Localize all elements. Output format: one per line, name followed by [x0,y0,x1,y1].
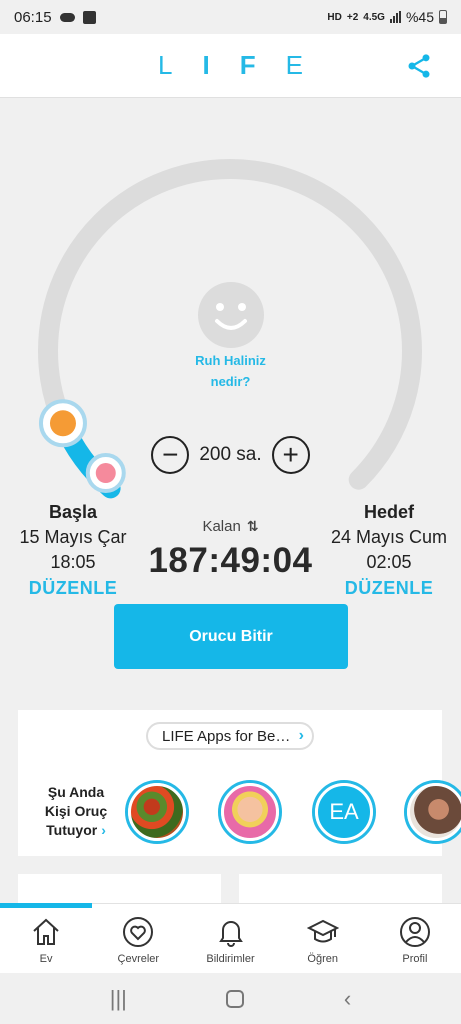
goal-title: Hedef [363,502,414,522]
share-icon[interactable] [405,52,433,80]
avatar[interactable] [125,780,189,844]
tab-home[interactable]: Ev [0,904,93,973]
avatar-initials: EA [315,783,373,841]
remaining-label: Kalan [202,518,241,535]
tab-learn[interactable]: Öğren [277,904,369,973]
avatar[interactable]: EA [312,780,376,844]
remaining-toggle[interactable]: Kalan ⇅ [140,518,321,535]
start-date: 15 Mayıs Çar [19,527,127,547]
system-nav-bar: ||| ‹ [0,973,461,1024]
fasting-now-link[interactable]: Şu Anda Kişi Oruç Tutuyor › [26,783,126,840]
hd-label: HD [327,11,342,23]
start-time: 18:05 [50,552,96,572]
life-apps-pill[interactable]: LIFE Apps for Be… › [146,722,314,750]
network-type-label: 4.5G [363,11,385,23]
start-column: Başla 15 Mayıs Çar 18:05 DÜZENLE [10,500,136,601]
remaining-timer: 187:49:04 [148,541,313,580]
edit-start-link[interactable]: DÜZENLE [10,575,136,601]
signal-icon [389,11,401,23]
battery-icon [439,10,447,24]
cloud-icon [59,12,75,22]
edit-goal-link[interactable]: DÜZENLE [325,575,453,601]
chevron-right-icon: › [101,822,106,838]
bell-icon [218,921,243,947]
app-logo: LIFE [158,50,333,80]
mood-prompt[interactable]: Ruh Haliniz nedir? [0,350,461,392]
chevron-right-icon: › [298,727,304,744]
remaining-column: Kalan ⇅ 187:49:04 [140,518,321,581]
graduation-cap-icon [306,919,339,943]
content-card[interactable] [239,874,442,904]
hours-stepper: − 200 sa. + [0,436,461,474]
end-fast-button[interactable]: Orucu Bitir [114,604,348,669]
goal-time: 02:05 [366,552,412,572]
tab-notifications[interactable]: Bildirimler [184,904,276,973]
goal-date: 24 Mayıs Cum [330,527,448,547]
avatar[interactable] [218,780,282,844]
decrease-hours-button[interactable]: − [151,436,190,474]
recent-apps-button[interactable]: ||| [110,986,127,1012]
battery-label: %45 [405,9,434,25]
bottom-tab-bar: Ev Çevreler Bildirimler Öğren Profil [0,903,461,973]
tab-circles[interactable]: Çevreler [92,904,184,973]
goal-column: Hedef 24 Mayıs Cum 02:05 DÜZENLE [325,500,453,601]
increase-hours-button[interactable]: + [271,436,310,474]
tab-profile[interactable]: Profil [369,904,461,973]
status-time: 06:15 [14,8,52,26]
home-icon [33,918,59,945]
sim-label: +2 [346,11,359,23]
swap-arrows-icon: ⇅ [246,518,259,534]
check-box-icon [82,10,96,24]
profile-icon [399,917,430,947]
hours-value: 200 sa. [199,444,262,465]
content-card[interactable] [18,874,221,904]
app-header: LIFE [0,34,461,98]
active-tab-indicator [0,903,92,908]
heart-circle-icon [123,917,154,947]
more-cards [18,874,442,904]
avatar[interactable] [404,780,461,844]
status-bar: 06:15 HD +2 4.5G %45 [0,0,461,34]
community-card: LIFE Apps for Be… › Şu Anda Kişi Oruç Tu… [18,710,461,856]
back-button[interactable]: ‹ [344,986,351,1012]
start-title: Başla [48,502,98,522]
smiley-face-icon[interactable] [197,281,265,349]
home-button[interactable] [226,989,245,1008]
